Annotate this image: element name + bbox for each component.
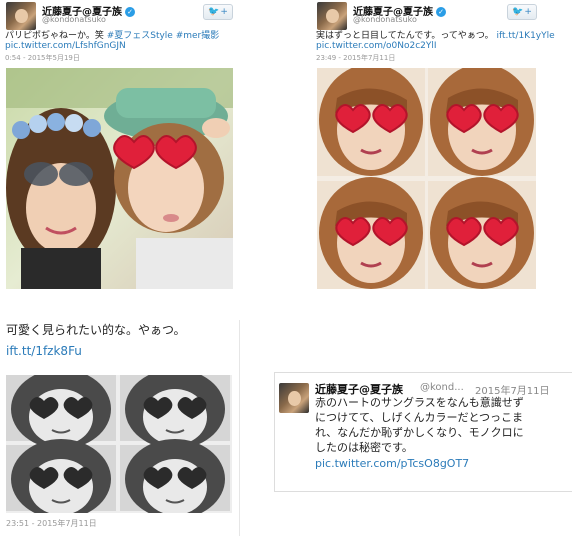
hashtag-link[interactable]: #夏フェスStyle #mer撮影: [107, 31, 220, 41]
verified-icon: ✓: [125, 7, 135, 17]
follow-button[interactable]: 🐦 +: [507, 4, 537, 20]
pic-link[interactable]: pic.twitter.com/LfshfGnGJN: [5, 41, 126, 52]
follow-button[interactable]: 🐦 +: [203, 4, 233, 20]
twitter-bird-icon: 🐦: [512, 7, 524, 17]
tweet-photo[interactable]: [6, 68, 233, 289]
tweet-card-2: 近藤夏子@夏子族 ✓ @kondonatsuko 🐦 + 実はずっと日目してたんです…: [313, 0, 572, 295]
user-handle[interactable]: @kondonatsuko: [353, 15, 417, 24]
tweet-card-4: 近藤夏子@夏子族 @kond... 2015年7月11日 赤のハートのサングラス…: [274, 372, 572, 492]
tweet-text-line-2: につけてて、しげくんカラーだとつっこま: [315, 411, 524, 424]
timestamp[interactable]: 0:54 - 2015年5月19日: [5, 53, 80, 63]
avatar[interactable]: [279, 383, 309, 413]
tweet-text-line-3: れ、なんだか恥ずかしくなり、モノクロに: [315, 426, 524, 439]
avatar[interactable]: [317, 2, 347, 30]
tweet-card-1: 近藤夏子@夏子族 ✓ @kondonatsuko 🐦 + パリピポぢゃねーか。笑 #…: [0, 0, 240, 295]
display-name[interactable]: 近藤夏子@夏子族: [315, 381, 403, 397]
verified-icon: ✓: [436, 7, 446, 17]
tweet-text-line-4: したのは秘密です。: [315, 441, 413, 454]
tweet-text: 可愛く見られたい的な。やぁつ。: [6, 323, 186, 337]
tweet-text-line-1: 赤のハートのサングラスをなんも意識せず: [315, 396, 524, 409]
inline-link[interactable]: ift.tt/1K1yYle: [496, 31, 554, 41]
user-handle[interactable]: @kond...: [420, 382, 464, 393]
avatar[interactable]: [6, 2, 36, 30]
tweet-date[interactable]: 2015年7月11日: [475, 382, 550, 397]
timestamp[interactable]: 23:51 - 2015年7月11日: [6, 518, 97, 529]
pic-link[interactable]: pic.twitter.com/o0No2c2YlI: [316, 41, 437, 52]
timestamp[interactable]: 23:49 - 2015年7月11日: [316, 53, 395, 63]
twitter-bird-icon: 🐦: [208, 7, 220, 17]
tweet-card-3: 可愛く見られたい的な。やぁつ。 ift.tt/1fzk8Fu 23:51 - 2…: [0, 320, 240, 536]
tweet-photo-collage[interactable]: [6, 375, 232, 513]
tweet-photo-collage[interactable]: [317, 68, 536, 289]
inline-link[interactable]: ift.tt/1fzk8Fu: [6, 344, 82, 359]
user-handle[interactable]: @kondonatsuko: [42, 15, 106, 24]
pic-link[interactable]: pic.twitter.com/pTcsO8gOT7: [315, 457, 469, 471]
